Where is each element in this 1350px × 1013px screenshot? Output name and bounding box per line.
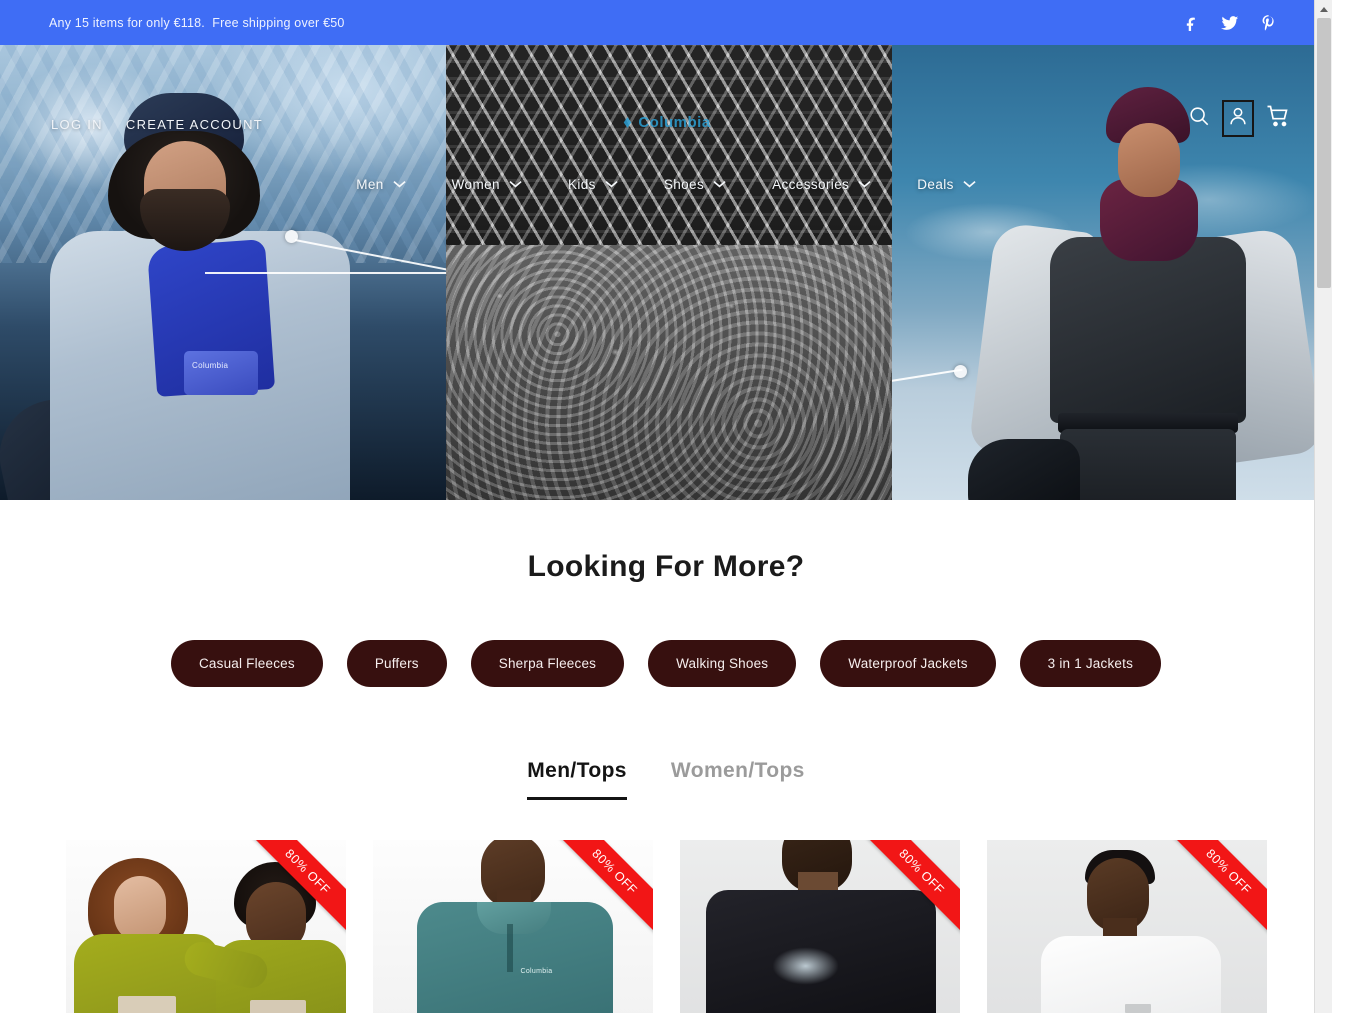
columbia-diamond-icon [624, 117, 632, 128]
looking-for-more-section: Looking For More? Casual Fleeces Puffers… [0, 500, 1332, 1013]
scrollbar-thumb[interactable] [1317, 18, 1331, 288]
account-links: LOG IN CREATE ACCOUNT [51, 117, 263, 132]
header-icons [1188, 100, 1290, 137]
create-account-link[interactable]: CREATE ACCOUNT [126, 117, 263, 132]
promo-banner: Any 15 items for only €118. Free shippin… [0, 0, 1332, 45]
nav-item-women[interactable]: Women [444, 171, 530, 198]
tab-women-tops[interactable]: Women/Tops [671, 759, 805, 800]
chevron-down-icon [393, 180, 406, 188]
facebook-icon[interactable] [1183, 14, 1200, 31]
product-grid: 80% OFF Columbia 80% OFF 80% OFF 80% OFF [0, 840, 1332, 1013]
cart-icon[interactable] [1266, 104, 1290, 133]
chevron-down-icon [963, 180, 976, 188]
pill-3-in-1-jackets[interactable]: 3 in 1 Jackets [1019, 640, 1162, 687]
site-header: LOG IN CREATE ACCOUNT Columbia Men Women… [0, 90, 1332, 210]
product-card[interactable]: Columbia 80% OFF [372, 840, 653, 1013]
product-card[interactable]: 80% OFF [65, 840, 346, 1013]
nav-label-deals: Deals [917, 176, 954, 192]
page-scrollbar[interactable] [1314, 0, 1332, 1013]
nav-label-women: Women [451, 176, 500, 192]
main-nav: Men Women Kids Shoes Accessories Deals [0, 158, 1332, 210]
twitter-icon[interactable] [1221, 14, 1239, 32]
social-links [1183, 0, 1277, 45]
nav-item-men[interactable]: Men [348, 171, 413, 198]
scroll-up-arrow[interactable] [1315, 0, 1332, 18]
page-root: Any 15 items for only €118. Free shippin… [0, 0, 1332, 1013]
login-link[interactable]: LOG IN [51, 117, 103, 132]
pill-sherpa-fleeces[interactable]: Sherpa Fleeces [470, 640, 625, 687]
tab-men-tops[interactable]: Men/Tops [527, 759, 627, 800]
pill-puffers[interactable]: Puffers [346, 640, 447, 687]
pill-walking-shoes[interactable]: Walking Shoes [648, 640, 797, 687]
nav-label-kids: Kids [567, 176, 596, 192]
hero-jacket-logo: Columbia [192, 361, 229, 370]
nav-item-kids[interactable]: Kids [560, 171, 626, 198]
pill-waterproof-jackets[interactable]: Waterproof Jackets [820, 640, 996, 687]
nav-item-shoes[interactable]: Shoes [656, 171, 734, 198]
nav-label-shoes: Shoes [663, 176, 705, 192]
promo-text: Any 15 items for only €118. Free shippin… [49, 15, 345, 30]
brand-logo[interactable]: Columbia [621, 114, 710, 131]
product-tabs: Men/Tops Women/Tops [0, 759, 1332, 800]
hero-hotspot-right[interactable] [892, 365, 967, 391]
chevron-down-icon [605, 180, 618, 188]
hero-hotspot-left[interactable] [205, 230, 446, 281]
product-card[interactable]: 80% OFF [679, 840, 960, 1013]
category-pill-list: Casual Fleeces Puffers Sherpa Fleeces Wa… [0, 640, 1332, 687]
chevron-down-icon [858, 180, 871, 188]
hero-carousel[interactable]: Columbia LOG IN CREATE ACCOUNT Columbia … [0, 45, 1332, 500]
nav-label-men: Men [356, 176, 384, 192]
account-icon[interactable] [1222, 100, 1254, 137]
chevron-down-icon [509, 180, 522, 188]
nav-item-accessories[interactable]: Accessories [764, 171, 879, 198]
section-title: Looking For More? [527, 550, 805, 583]
brand-name: Columbia [638, 114, 711, 131]
product-brand-logo: Columbia [520, 968, 553, 975]
search-icon[interactable] [1188, 105, 1210, 132]
nav-item-deals[interactable]: Deals [909, 171, 984, 198]
product-card[interactable]: 80% OFF [986, 840, 1267, 1013]
header-top-row: LOG IN CREATE ACCOUNT Columbia [0, 90, 1332, 158]
pill-casual-fleeces[interactable]: Casual Fleeces [170, 640, 323, 687]
chevron-down-icon [713, 180, 726, 188]
pinterest-icon[interactable] [1260, 14, 1277, 31]
nav-label-accessories: Accessories [772, 176, 850, 192]
